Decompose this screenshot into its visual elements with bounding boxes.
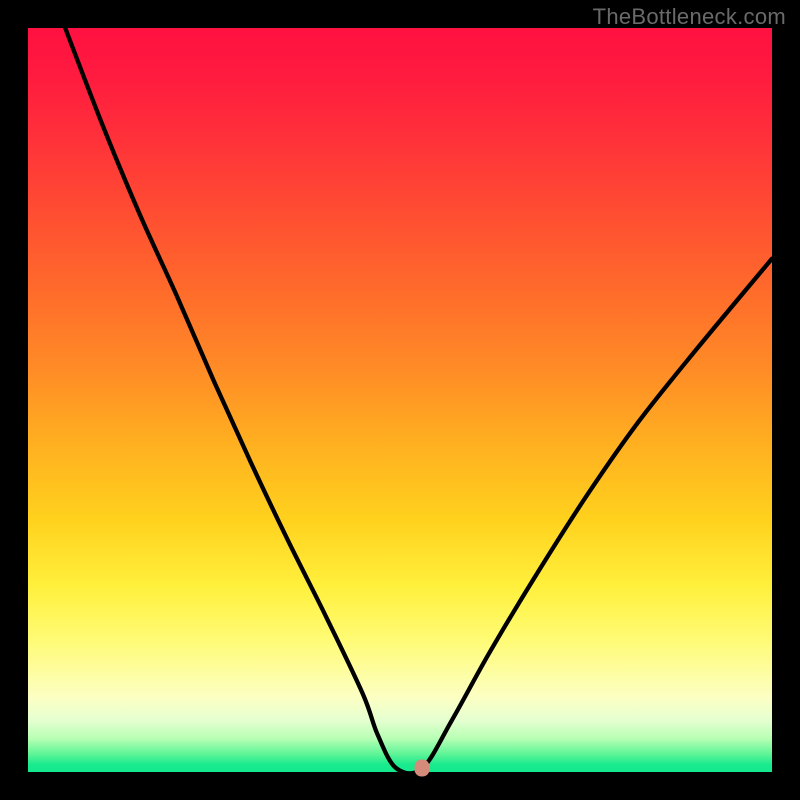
plot-area <box>28 28 772 772</box>
bottleneck-curve <box>28 28 772 772</box>
optimal-marker <box>415 760 430 777</box>
chart-frame: TheBottleneck.com <box>0 0 800 800</box>
watermark-label: TheBottleneck.com <box>593 4 786 30</box>
